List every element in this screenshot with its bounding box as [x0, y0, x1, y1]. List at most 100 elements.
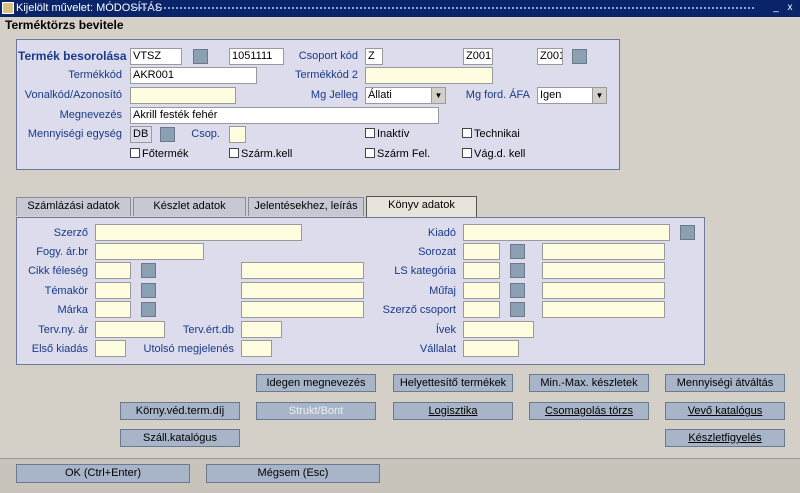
szerzo-csoport-desc [542, 301, 665, 318]
close-button[interactable]: x [784, 3, 796, 14]
main-panel: Terméktörzs bevitele Termék besorolása V… [0, 17, 800, 493]
helyettesito-button[interactable]: Helyettesítő termékek [393, 374, 513, 392]
menny-lov-button[interactable] [160, 127, 175, 142]
action-bar: OK (Ctrl+Enter) Mégsem (Esc) [0, 458, 800, 493]
csop-input[interactable] [229, 126, 246, 143]
terv-ert-db-input[interactable] [241, 321, 282, 338]
ok-button[interactable]: OK (Ctrl+Enter) [16, 464, 190, 483]
marka-label: Márka [57, 304, 88, 316]
cikk-feleseg-label: Cikk féleség [28, 265, 88, 277]
tab-keszlet[interactable]: Készlet adatok [133, 197, 246, 216]
tab-szamlazasi[interactable]: Számlázási adatok [16, 197, 131, 216]
marka-input[interactable] [95, 301, 131, 318]
terv-ert-db-label: Terv.ért.db [182, 324, 234, 336]
vallalat-label: Vállalat [419, 343, 456, 355]
sorozat-lov-button[interactable] [510, 244, 525, 259]
termekkod-input[interactable]: AKR001 [130, 67, 257, 84]
utolso-megj-input[interactable] [241, 340, 272, 357]
form-title: Terméktörzs bevitele [5, 18, 124, 32]
temakor-input[interactable] [95, 282, 131, 299]
mgford-select[interactable]: Igen ▼ [537, 87, 607, 104]
app-icon [2, 2, 14, 14]
terv-ny-ar-input[interactable] [95, 321, 165, 338]
besorolas-code-input[interactable]: 1051111 [229, 48, 284, 65]
mgjelleg-select[interactable]: Állati ▼ [365, 87, 446, 104]
checkbox-box[interactable] [462, 128, 472, 138]
checkbox-box[interactable] [229, 148, 239, 158]
kornyved-button[interactable]: Körny.véd.term.díj [120, 402, 240, 420]
szerzo-csoport-lov-button[interactable] [510, 302, 525, 317]
kiado-label: Kiadó [427, 227, 456, 239]
tab-jelentesekhez[interactable]: Jelentésekhez, leírás [248, 197, 364, 216]
elso-kiadas-input[interactable] [95, 340, 126, 357]
strukt-bont-button[interactable]: Strukt/Bont [256, 402, 376, 420]
utolso-megj-label: Utolsó megjelenés [143, 343, 235, 355]
technikai-checkbox[interactable]: Technikai [462, 128, 520, 142]
chevron-down-icon[interactable]: ▼ [592, 88, 606, 103]
megnevezes-input[interactable]: Akrill festék fehér [130, 107, 439, 124]
mufaj-desc [542, 282, 665, 299]
ivek-input[interactable] [463, 321, 534, 338]
mufaj-input[interactable] [463, 282, 500, 299]
csoport-z2-input[interactable]: Z001 [537, 48, 563, 65]
checkbox-box[interactable] [462, 148, 472, 158]
csoport-label: Csoport kód [298, 50, 358, 62]
cikk-feleseg-lov-button[interactable] [141, 263, 156, 278]
csop-label: Csop. [191, 128, 220, 140]
kiado-input[interactable] [463, 224, 670, 241]
kiado-lov-button[interactable] [680, 225, 695, 240]
inaktiv-checkbox[interactable]: Inaktív [365, 128, 409, 142]
fogy-ar-label: Fogy. ár.br [36, 246, 88, 258]
temakor-desc [241, 282, 364, 299]
chevron-down-icon[interactable]: ▼ [431, 88, 445, 103]
besorolas-label: Termék besorolása [18, 49, 127, 63]
sorozat-input[interactable] [463, 243, 500, 260]
szarm-fel-checkbox[interactable]: Szárm Fel. [365, 148, 430, 162]
checkbox-box[interactable] [130, 148, 140, 158]
ivek-label: Ívek [435, 324, 456, 336]
temakor-lov-button[interactable] [141, 283, 156, 298]
ls-kategoria-input[interactable] [463, 262, 500, 279]
mufaj-lov-button[interactable] [510, 283, 525, 298]
mgford-value: Igen [540, 89, 562, 101]
ls-kategoria-desc [542, 262, 665, 279]
cikk-feleseg-input[interactable] [95, 262, 131, 279]
minmax-button[interactable]: Min.-Max. készletek [529, 374, 649, 392]
fotermek-label: Főtermék [142, 148, 189, 160]
szarm-fel-label: Szárm Fel. [377, 148, 431, 160]
vagd-kell-checkbox[interactable]: Vág.d. kell [462, 148, 525, 162]
vallalat-input[interactable] [463, 340, 519, 357]
csomagolas-torzs-button[interactable]: Csomagolás törzs [529, 402, 649, 420]
cancel-button[interactable]: Mégsem (Esc) [206, 464, 380, 483]
szerzo-csoport-input[interactable] [463, 301, 500, 318]
checkbox-box[interactable] [365, 148, 375, 158]
menny-input[interactable]: DB [130, 126, 152, 143]
mufaj-label: Műfaj [429, 285, 456, 297]
besorolas-lov-button[interactable] [193, 49, 208, 64]
besorolas-input[interactable]: VTSZ [130, 48, 182, 65]
inaktiv-label: Inaktív [377, 128, 410, 140]
vagd-kell-label: Vág.d. kell [474, 148, 526, 160]
szall-katalogus-button[interactable]: Száll.katalógus [120, 429, 240, 447]
fotermek-checkbox[interactable]: Főtermék [130, 148, 188, 162]
fogy-ar-input[interactable] [95, 243, 204, 260]
marka-lov-button[interactable] [141, 302, 156, 317]
termekkod2-input[interactable] [365, 67, 493, 84]
tab-konyv[interactable]: Könyv adatok [366, 196, 477, 217]
szerzo-input[interactable] [95, 224, 302, 241]
mennyisegi-atvaltas-button[interactable]: Mennyiségi átváltás [665, 374, 785, 392]
vonalkod-label: Vonalkód/Azonosító [24, 89, 122, 101]
csoport-lov-button[interactable] [572, 49, 587, 64]
csoport-z1-input[interactable]: Z001 [463, 48, 493, 65]
cikk-feleseg-desc [241, 262, 364, 279]
logisztika-button[interactable]: Logisztika [393, 402, 513, 420]
ls-kategoria-lov-button[interactable] [510, 263, 525, 278]
idegen-megnevezes-button[interactable]: Idegen megnevezés [256, 374, 376, 392]
minimize-button[interactable]: _ [770, 3, 782, 14]
csoport-input[interactable]: Z [365, 48, 383, 65]
vonalkod-input[interactable] [130, 87, 236, 104]
keszletfigyeles-button[interactable]: Készletfigyelés [665, 429, 785, 447]
szarm-kell-checkbox[interactable]: Szárm.kell [229, 148, 292, 162]
checkbox-box[interactable] [365, 128, 375, 138]
vevo-katalogus-button[interactable]: Vevő katalógus [665, 402, 785, 420]
